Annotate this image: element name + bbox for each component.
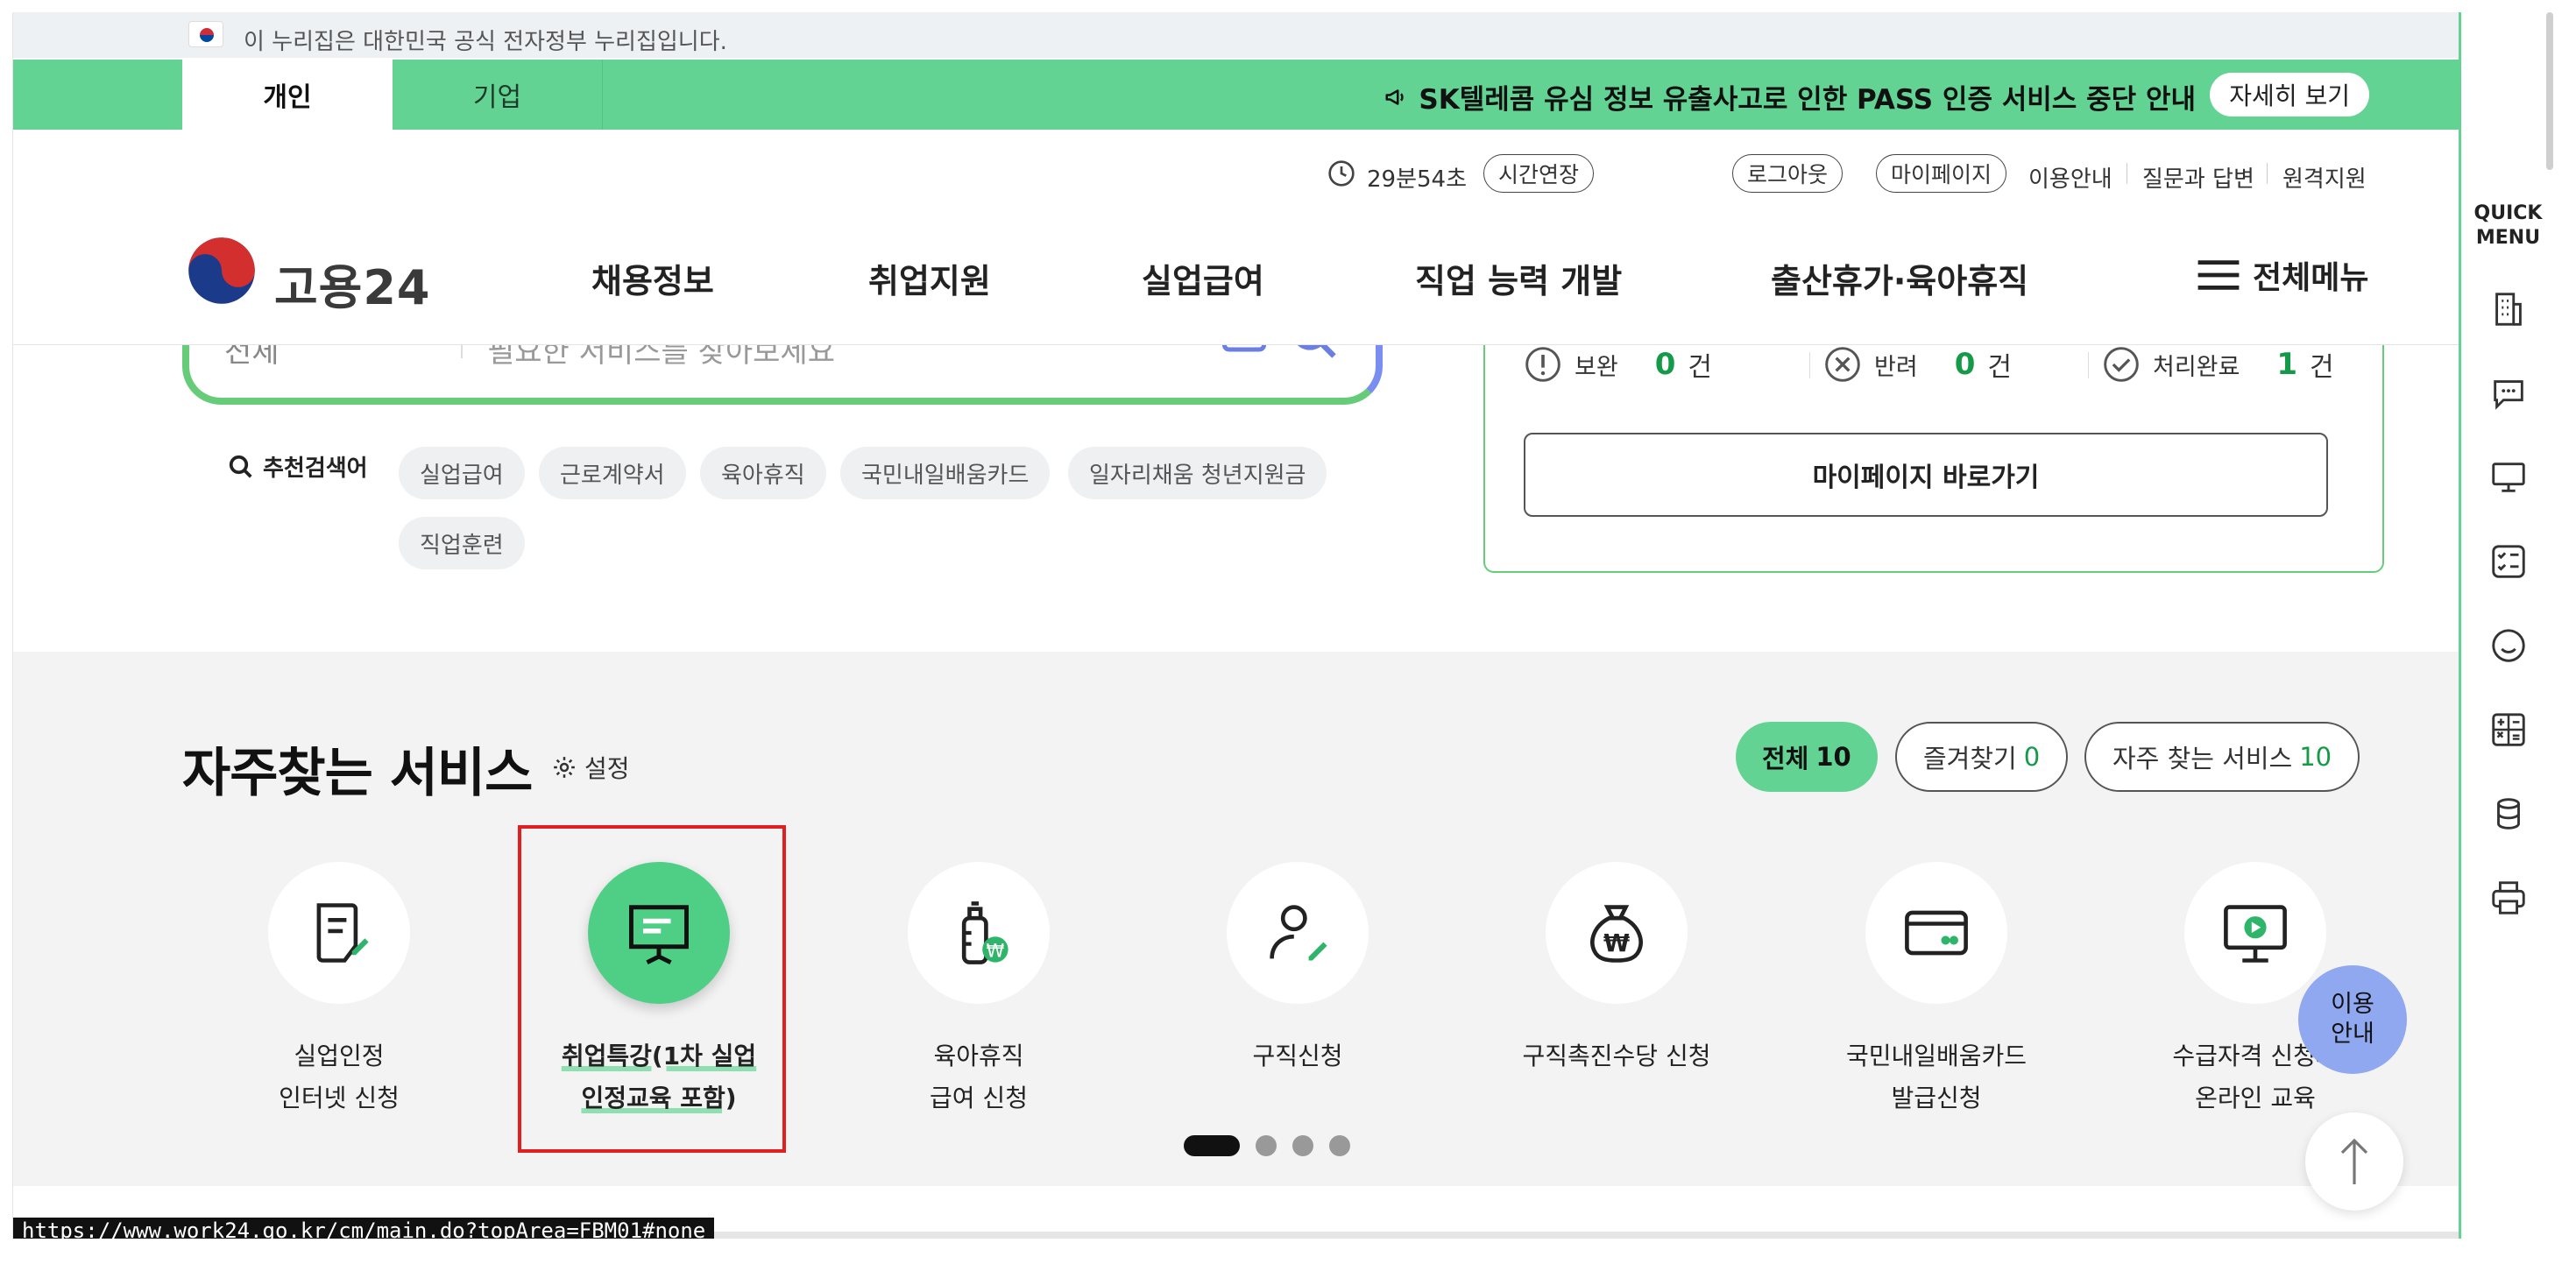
keyword-chip[interactable]: 실업급여	[399, 447, 525, 499]
service-card[interactable]: 국민내일배움카드 발급신청	[1796, 862, 2077, 1119]
pagination-dot[interactable]	[1329, 1135, 1350, 1156]
page-frame: 이 누리집은 대한민국 공식 전자정부 누리집입니다. 개인 기업 SK텔레콤 …	[12, 12, 2459, 1239]
card-icon	[1905, 910, 1968, 956]
utility-row: 29분54초 시간연장 로그아웃 마이페이지 이용안내 질문과 답변 원격지원	[13, 151, 2459, 194]
detail-button[interactable]: 자세히 보기	[2210, 73, 2369, 117]
svg-text:₩: ₩	[1603, 930, 1630, 957]
all-menu-button[interactable]: 전체메뉴	[2195, 252, 2368, 298]
service-card[interactable]: 실업인정 인터넷 신청	[199, 862, 479, 1119]
mypage-button[interactable]: 마이페이지	[1876, 154, 2007, 193]
svg-text:₩: ₩	[987, 940, 1005, 961]
notice-banner[interactable]: SK텔레콤 유심 정보 유출사고로 인한 PASS 인증 서비스 중단 안내	[1384, 77, 2196, 117]
nav-job-skills[interactable]: 직업 능력 개발	[1415, 254, 1622, 302]
gear-icon	[554, 757, 575, 778]
main-nav: 고용24 채용정보 취업지원 실업급여 직업 능력 개발 출산휴가·육아휴직 전…	[13, 222, 2459, 345]
keyword-chip[interactable]: 근로계약서	[539, 447, 686, 499]
nav-jobs[interactable]: 채용정보	[591, 254, 714, 302]
notice-text: SK텔레콤 유심 정보 유출사고로 인한 PASS 인증 서비스 중단 안내	[1419, 84, 2196, 116]
gov-banner: 이 누리집은 대한민국 공식 전자정부 누리집입니다.	[13, 12, 2459, 58]
alert-icon	[1525, 347, 1560, 382]
checklist-icon[interactable]	[2488, 541, 2529, 582]
money-bag-icon: ₩	[1590, 905, 1643, 963]
document-pen-icon	[316, 903, 369, 963]
chat-icon[interactable]	[2488, 373, 2529, 413]
service-card[interactable]: ₩ 육아휴직 급여 신청	[839, 862, 1119, 1119]
arrow-up-icon	[2340, 1138, 2368, 1184]
close-circle-icon	[1825, 347, 1860, 382]
filter-favorites[interactable]: 즐겨찾기 0	[1895, 722, 2069, 792]
keyword-chip[interactable]: 육아휴직	[700, 447, 826, 499]
check-circle-icon	[2104, 347, 2139, 382]
baby-bottle-icon: ₩	[961, 901, 1008, 964]
clock-icon	[1328, 160, 1355, 187]
pagination-dot[interactable]	[1292, 1135, 1313, 1156]
person-pen-icon	[1270, 905, 1327, 961]
coins-icon[interactable]	[2488, 794, 2529, 834]
nav-parental-leave[interactable]: 출산휴가·육아휴직	[1771, 254, 2028, 302]
tab-business[interactable]: 기업	[393, 60, 603, 130]
site-logo[interactable]: 고용24	[274, 249, 431, 318]
tab-personal[interactable]: 개인	[182, 60, 393, 130]
recommend-label-text: 추천검색어	[263, 455, 368, 482]
session-timer: 29분54초	[1367, 166, 1468, 193]
status-rejected[interactable]: 반려 0건	[1823, 345, 2012, 384]
carousel-pagination	[1184, 1135, 1350, 1156]
hamburger-icon	[2197, 260, 2240, 290]
keyword-chip[interactable]: 국민내일배움카드	[840, 447, 1051, 499]
logout-button[interactable]: 로그아웃	[1732, 154, 1844, 193]
usage-guide-button[interactable]: 이용 안내	[2298, 965, 2407, 1074]
nav-unemployment-benefit[interactable]: 실업급여	[1142, 254, 1264, 302]
filter-frequent[interactable]: 자주 찾는 서비스 10	[2084, 722, 2360, 792]
remote-support-link[interactable]: 원격지원	[2282, 161, 2367, 194]
nav-employment-support[interactable]: 취업지원	[868, 254, 991, 302]
extend-time-button[interactable]: 시간연장	[1483, 154, 1595, 193]
pagination-dot-active[interactable]	[1184, 1135, 1240, 1156]
printer-icon[interactable]	[2488, 878, 2529, 918]
government-logo-icon	[188, 237, 255, 304]
service-card[interactable]: 구직신청	[1157, 862, 1438, 1077]
status-bar-url: https://www.work24.go.kr/cm/main.do?topA…	[13, 1218, 715, 1239]
settings-button[interactable]: 설정	[551, 750, 630, 785]
guide-link[interactable]: 이용안내	[2028, 161, 2112, 194]
recommend-label: 추천검색어	[228, 450, 368, 483]
scroll-top-button[interactable]	[2305, 1112, 2403, 1211]
gov-banner-text: 이 누리집은 대한민국 공식 전자정부 누리집입니다.	[244, 29, 727, 55]
vertical-scrollbar[interactable]	[2546, 12, 2553, 170]
quick-menu-title: QUICK MENU	[2473, 202, 2543, 249]
building-icon[interactable]	[2488, 289, 2529, 329]
monitor-play-icon	[2224, 905, 2287, 963]
frequent-services: 자주찾는 서비스 설정 전체 10 즐겨찾기 0 자주 찾는 서비스 10 실업인정 …	[13, 652, 2459, 1186]
quick-menu: QUICK MENU	[2459, 12, 2555, 1239]
top-bar: 개인 기업 SK텔레콤 유심 정보 유출사고로 인한 PASS 인증 서비스 중…	[13, 60, 2459, 130]
calculator-icon[interactable]	[2488, 710, 2529, 750]
monitor-icon[interactable]	[2488, 457, 2529, 498]
status-completed[interactable]: 처리완료 1건	[2102, 345, 2334, 384]
megaphone-icon	[1385, 88, 1405, 105]
pagination-dot[interactable]	[1256, 1135, 1277, 1156]
korea-flag-icon	[188, 21, 223, 47]
service-card[interactable]: ₩ 구직촉진수당 신청	[1476, 862, 1757, 1077]
status-supplement[interactable]: 보완 0건	[1524, 345, 1712, 384]
keyword-chip[interactable]: 일자리채움 청년지원금	[1068, 447, 1327, 499]
keyword-chip[interactable]: 직업훈련	[399, 517, 525, 569]
section-title: 자주찾는 서비스	[182, 743, 533, 804]
qna-link[interactable]: 질문과 답변	[2142, 161, 2254, 194]
filter-all[interactable]: 전체 10	[1736, 722, 1878, 792]
highlight-box	[518, 825, 786, 1153]
all-menu-label: 전체메뉴	[2253, 260, 2369, 296]
search-icon	[229, 455, 252, 478]
smile-icon[interactable]	[2488, 625, 2529, 666]
mypage-shortcut-button[interactable]: 마이페이지 바로가기	[1524, 433, 2328, 517]
